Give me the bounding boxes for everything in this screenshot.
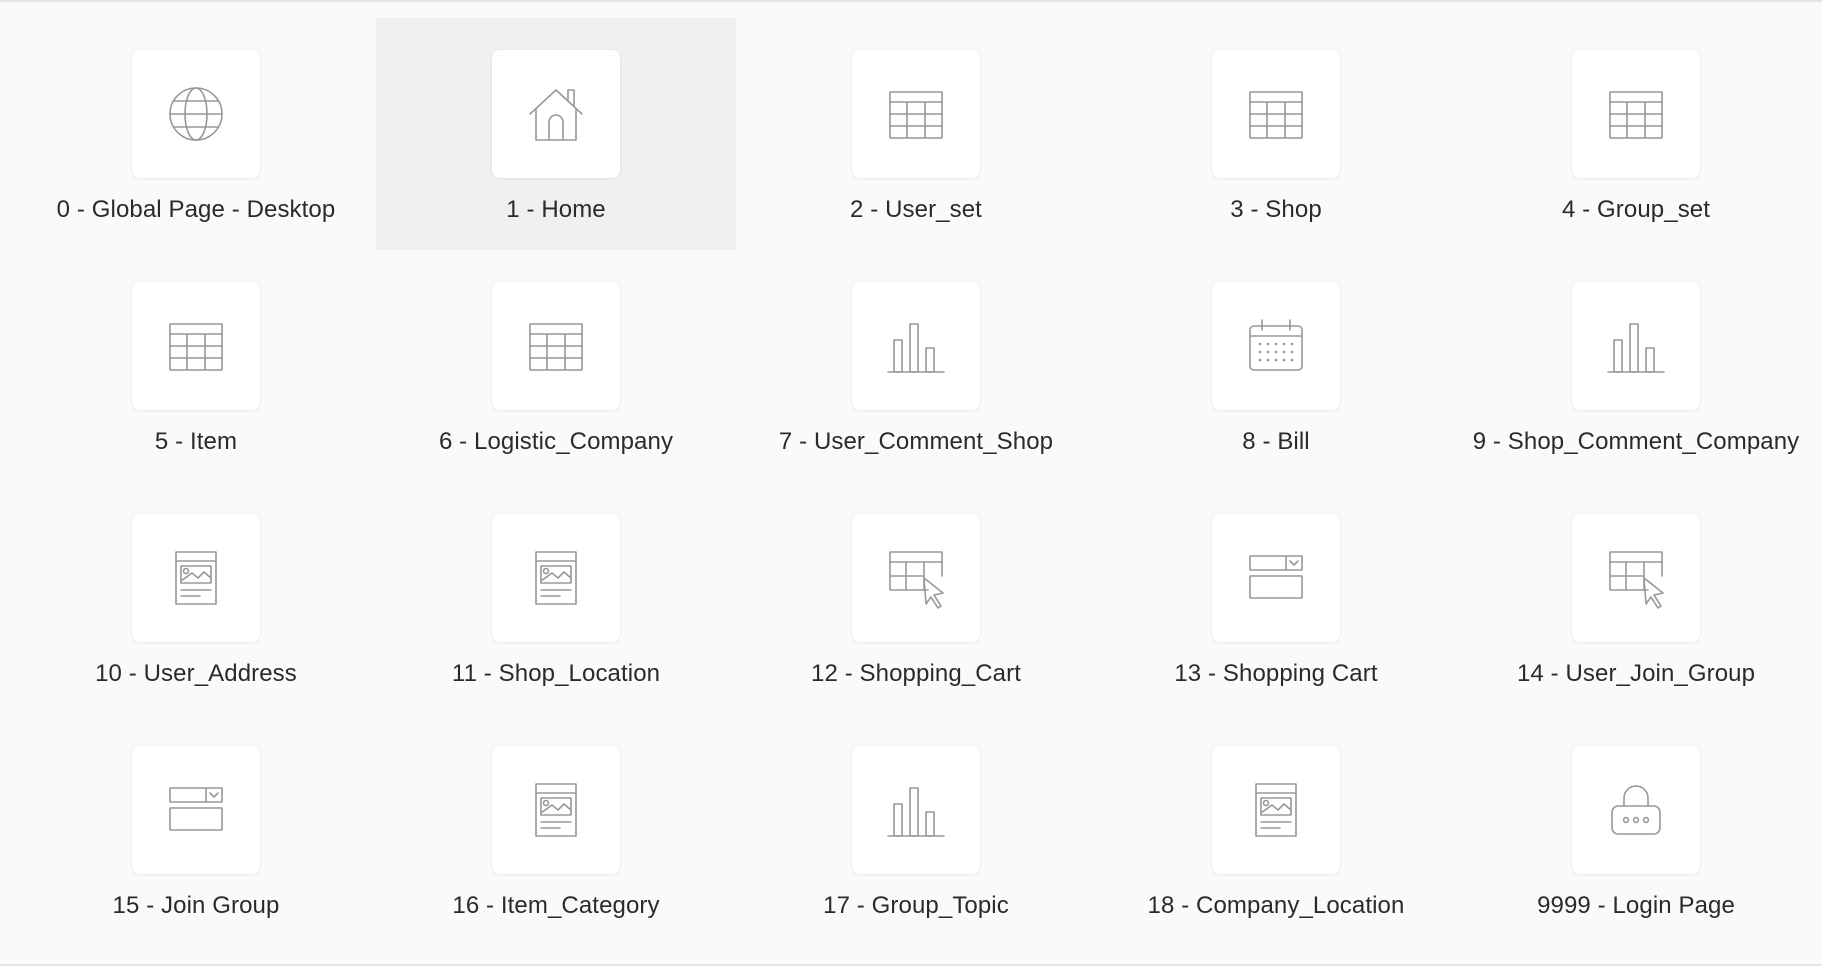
icon-box: [852, 746, 980, 874]
page-tile[interactable]: 2 - User_set: [736, 18, 1096, 250]
form-icon: [164, 546, 228, 610]
page-tile[interactable]: 6 - Logistic_Company: [376, 250, 736, 482]
page-tile[interactable]: 1 - Home: [376, 18, 736, 250]
page-tile[interactable]: 17 - Group_Topic: [736, 714, 1096, 946]
page-label: 18 - Company_Location: [1147, 892, 1405, 919]
form-icon: [524, 546, 588, 610]
page-label: 4 - Group_set: [1561, 196, 1711, 223]
page-label: 12 - Shopping_Cart: [811, 660, 1021, 687]
page-tile[interactable]: 9999 - Login Page: [1456, 714, 1816, 946]
icon-box: [492, 50, 620, 178]
modal-form-icon: [164, 778, 228, 842]
page-label: 11 - Shop_Location: [451, 660, 661, 687]
page-label: 10 - User_Address: [95, 660, 297, 687]
page-tile[interactable]: 14 - User_Join_Group: [1456, 482, 1816, 714]
table-icon: [884, 82, 948, 146]
icon-box: [132, 746, 260, 874]
page-tile[interactable]: 0 - Global Page - Desktop: [16, 18, 376, 250]
page-label: 9 - Shop_Comment_Company: [1472, 428, 1800, 455]
page-label: 14 - User_Join_Group: [1516, 660, 1756, 687]
calendar-icon: [1244, 314, 1308, 378]
icon-box: [132, 282, 260, 410]
page-tile[interactable]: 9 - Shop_Comment_Company: [1456, 250, 1816, 482]
page-grid: 0 - Global Page - Desktop 1 - Home 2 - U…: [16, 18, 1816, 946]
page-label: 8 - Bill: [1242, 428, 1310, 455]
page-label: 17 - Group_Topic: [823, 892, 1009, 919]
page-tile[interactable]: 7 - User_Comment_Shop: [736, 250, 1096, 482]
page-tile[interactable]: 18 - Company_Location: [1096, 714, 1456, 946]
icon-box: [1212, 746, 1340, 874]
page-list: 0 - Global Page - Desktop 1 - Home 2 - U…: [0, 0, 1822, 966]
home-icon: [524, 82, 588, 146]
page-label: 16 - Item_Category: [452, 892, 660, 919]
page-tile[interactable]: 8 - Bill: [1096, 250, 1456, 482]
page-tile[interactable]: 13 - Shopping Cart: [1096, 482, 1456, 714]
page-label: 13 - Shopping Cart: [1174, 660, 1378, 687]
icon-box: [1572, 50, 1700, 178]
page-tile[interactable]: 10 - User_Address: [16, 482, 376, 714]
icon-box: [1212, 282, 1340, 410]
bar-chart-icon: [884, 314, 948, 378]
page-label: 6 - Logistic_Company: [438, 428, 674, 455]
page-label: 15 - Join Group: [112, 892, 280, 919]
page-tile[interactable]: 15 - Join Group: [16, 714, 376, 946]
form-icon: [524, 778, 588, 842]
modal-form-icon: [1244, 546, 1308, 610]
bar-chart-icon: [1604, 314, 1668, 378]
table-icon: [1244, 82, 1308, 146]
lock-icon: [1604, 778, 1668, 842]
page-label: 5 - Item: [154, 428, 238, 455]
icon-box: [132, 514, 260, 642]
page-tile[interactable]: 12 - Shopping_Cart: [736, 482, 1096, 714]
icon-box: [852, 514, 980, 642]
page-tile[interactable]: 5 - Item: [16, 250, 376, 482]
icon-box: [1212, 50, 1340, 178]
icon-box: [1572, 514, 1700, 642]
bar-chart-icon: [884, 778, 948, 842]
icon-box: [492, 282, 620, 410]
interactive-grid-icon: [1604, 546, 1668, 610]
page-tile[interactable]: 11 - Shop_Location: [376, 482, 736, 714]
page-label: 9999 - Login Page: [1537, 892, 1735, 919]
page-label: 7 - User_Comment_Shop: [778, 428, 1054, 455]
page-tile[interactable]: 3 - Shop: [1096, 18, 1456, 250]
table-icon: [524, 314, 588, 378]
globe-icon: [164, 82, 228, 146]
page-label: 3 - Shop: [1230, 196, 1322, 223]
page-label: 1 - Home: [506, 196, 606, 223]
icon-box: [132, 50, 260, 178]
interactive-grid-icon: [884, 546, 948, 610]
icon-box: [1212, 514, 1340, 642]
icon-box: [492, 746, 620, 874]
page-tile[interactable]: 4 - Group_set: [1456, 18, 1816, 250]
icon-box: [1572, 746, 1700, 874]
icon-box: [852, 50, 980, 178]
page-label: 0 - Global Page - Desktop: [56, 196, 336, 223]
icon-box: [852, 282, 980, 410]
icon-box: [492, 514, 620, 642]
icon-box: [1572, 282, 1700, 410]
page-tile[interactable]: 16 - Item_Category: [376, 714, 736, 946]
table-icon: [1604, 82, 1668, 146]
page-label: 2 - User_set: [850, 196, 982, 223]
form-icon: [1244, 778, 1308, 842]
table-icon: [164, 314, 228, 378]
